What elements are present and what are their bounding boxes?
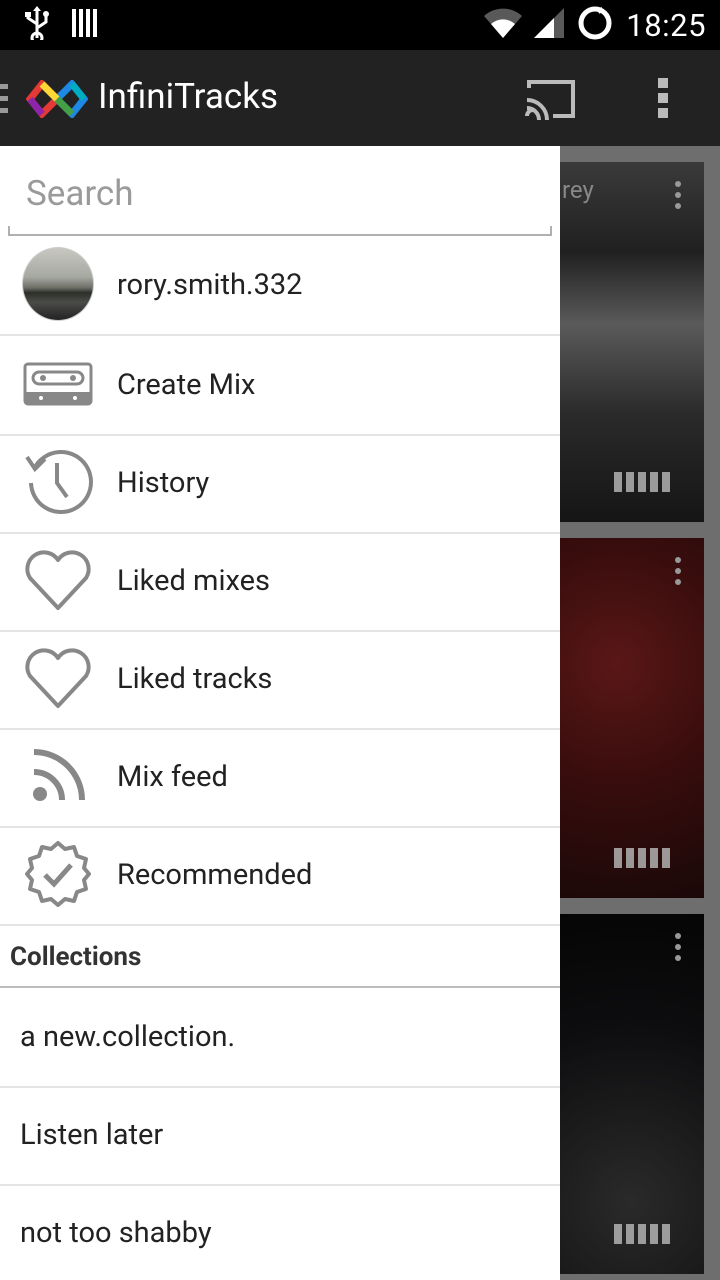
cast-icon: [525, 80, 575, 120]
track-count-icon: [614, 1224, 670, 1244]
drawer-item-label: History: [117, 466, 210, 500]
cassette-icon: [22, 348, 94, 420]
track-count-icon: [614, 472, 670, 492]
wifi-icon: [484, 8, 523, 42]
clock: 18:25: [626, 6, 706, 44]
sync-icon: [576, 4, 614, 46]
collection-label: Listen later: [20, 1118, 164, 1152]
cast-button[interactable]: [520, 76, 580, 122]
app-logo-icon[interactable]: [25, 78, 89, 122]
collections-header: Collections: [0, 936, 560, 988]
signal-icon: [534, 8, 565, 42]
drawer-item-label: Liked tracks: [117, 662, 273, 696]
sd-card-icon: [72, 9, 98, 41]
mix-card[interactable]: [558, 538, 704, 898]
navigation-drawer: rory.smith.332 Create Mix History Liked …: [0, 146, 560, 1280]
action-bar: InfiniTracks: [0, 50, 720, 146]
section-title: Collections: [10, 942, 142, 972]
drawer-item-recommended[interactable]: Recommended: [0, 826, 560, 926]
collection-item[interactable]: a new.collection.: [0, 988, 560, 1088]
collection-label: a new.collection.: [20, 1020, 236, 1054]
drawer-item-label: Recommended: [117, 858, 313, 892]
drawer-item-label: Create Mix: [117, 368, 256, 402]
drawer-item-create-mix[interactable]: Create Mix: [0, 336, 560, 436]
avatar-wrapper: [22, 247, 94, 321]
rss-feed-icon: [22, 740, 94, 812]
drawer-item-user-profile[interactable]: rory.smith.332: [0, 236, 560, 336]
user-name: rory.smith.332: [117, 268, 303, 302]
drawer-indicator-icon[interactable]: [0, 84, 10, 118]
drawer-item-liked-tracks[interactable]: Liked tracks: [0, 630, 560, 730]
mix-card[interactable]: [558, 914, 704, 1274]
search-box: [8, 146, 552, 236]
more-vert-icon[interactable]: [674, 556, 682, 590]
track-count-icon: [614, 848, 670, 868]
drawer-item-liked-mixes[interactable]: Liked mixes: [0, 532, 560, 632]
verified-badge-icon: [22, 838, 94, 910]
drawer-item-label: Liked mixes: [117, 564, 270, 598]
drawer-item-mix-feed[interactable]: Mix feed: [0, 728, 560, 828]
heart-icon: [22, 544, 94, 616]
usb-icon: [24, 6, 50, 45]
mix-card[interactable]: rey: [558, 162, 704, 522]
status-bar: 18:25: [0, 0, 720, 50]
collection-item[interactable]: not too shabby: [0, 1184, 560, 1280]
history-icon: [22, 446, 94, 518]
drawer-item-history[interactable]: History: [0, 434, 560, 534]
drawer-item-label: Mix feed: [117, 760, 228, 794]
collection-item[interactable]: Listen later: [0, 1086, 560, 1186]
heart-icon: [22, 642, 94, 714]
app-title: InfiniTracks: [98, 76, 279, 117]
avatar: [22, 247, 94, 321]
mix-card-title: rey: [562, 176, 594, 204]
more-vert-icon: [658, 78, 668, 118]
more-vert-icon[interactable]: [674, 180, 682, 214]
search-input[interactable]: [24, 164, 538, 222]
collection-label: not too shabby: [20, 1216, 212, 1250]
more-vert-icon[interactable]: [674, 932, 682, 966]
overflow-menu-button[interactable]: [640, 72, 686, 124]
